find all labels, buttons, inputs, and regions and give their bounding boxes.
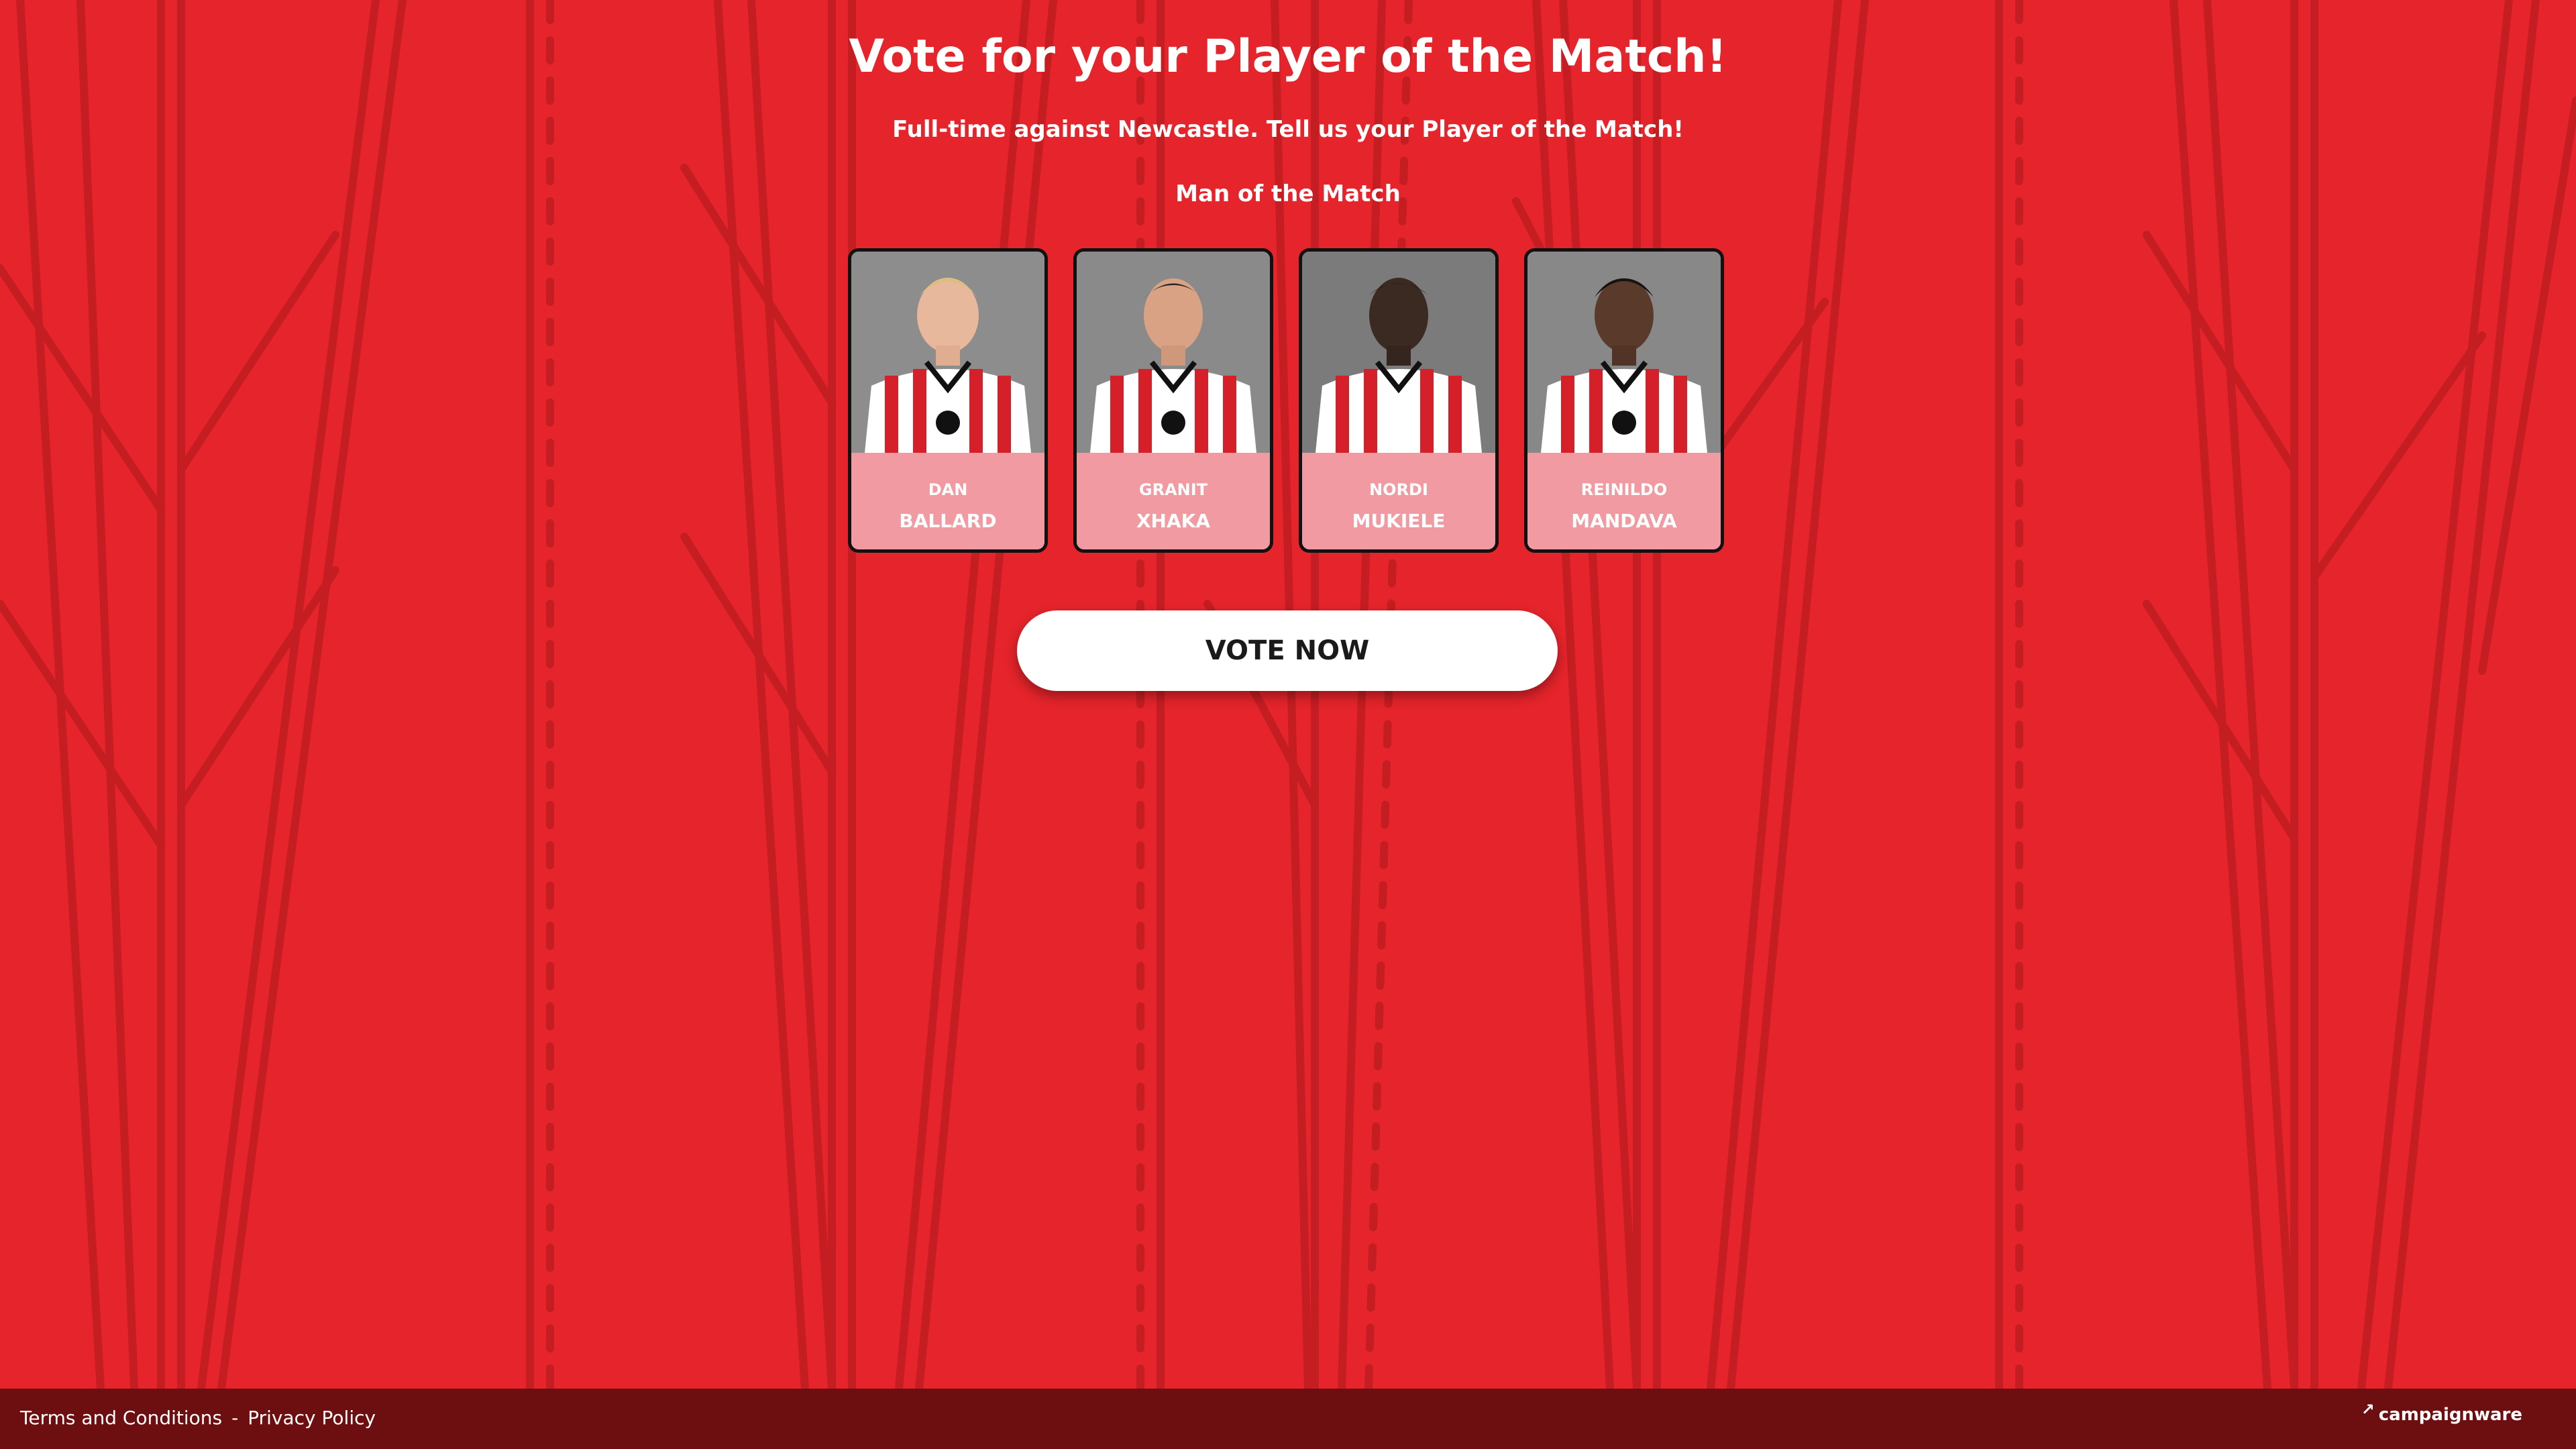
footer-separator: - — [231, 1407, 239, 1429]
player-card-mukiele[interactable]: NORDI MUKIELE — [1299, 248, 1499, 553]
player-first-name: NORDI — [1369, 480, 1428, 499]
page-title: Vote for your Player of the Match! — [849, 30, 1727, 83]
player-first-name: DAN — [928, 480, 968, 499]
campaignware-mark-icon: ↗ — [2361, 1400, 2375, 1419]
vote-now-button[interactable]: VOTE NOW — [1017, 610, 1558, 691]
player-card-mandava[interactable]: REINILDO MANDAVA — [1524, 248, 1724, 553]
player-name-panel: DAN BALLARD — [851, 453, 1044, 549]
player-last-name: MUKIELE — [1352, 510, 1446, 532]
background-pattern — [0, 0, 2576, 1393]
campaignware-logo[interactable]: ↗ campaignware — [2361, 1400, 2522, 1425]
player-name-panel: GRANIT XHAKA — [1077, 453, 1270, 549]
campaignware-wordmark: campaignware — [2378, 1405, 2522, 1425]
player-list: DAN BALLARD GRANIT XHAKA NORDI MUKIELE R… — [848, 248, 1728, 557]
player-card-xhaka[interactable]: GRANIT XHAKA — [1073, 248, 1273, 553]
player-card-ballard[interactable]: DAN BALLARD — [848, 248, 1048, 553]
player-photo — [1302, 252, 1495, 453]
player-name-panel: REINILDO MANDAVA — [1527, 453, 1721, 549]
player-photo — [1527, 252, 1721, 453]
player-name-panel: NORDI MUKIELE — [1302, 453, 1495, 549]
player-last-name: MANDAVA — [1571, 510, 1677, 532]
privacy-link[interactable]: Privacy Policy — [248, 1407, 376, 1429]
footer: Terms and Conditions - Privacy Policy ↗ ca… — [0, 1389, 2576, 1449]
page-subtitle: Full-time against Newcastle. Tell us you… — [892, 116, 1684, 143]
player-photo — [1077, 252, 1270, 453]
terms-link[interactable]: Terms and Conditions — [20, 1407, 222, 1429]
player-last-name: XHAKA — [1136, 510, 1211, 532]
player-first-name: GRANIT — [1138, 480, 1208, 499]
award-label: Man of the Match — [1175, 180, 1401, 207]
player-photo — [851, 252, 1044, 453]
footer-links: Terms and Conditions - Privacy Policy — [20, 1403, 376, 1433]
player-first-name: REINILDO — [1580, 480, 1668, 499]
player-last-name: BALLARD — [899, 510, 997, 532]
